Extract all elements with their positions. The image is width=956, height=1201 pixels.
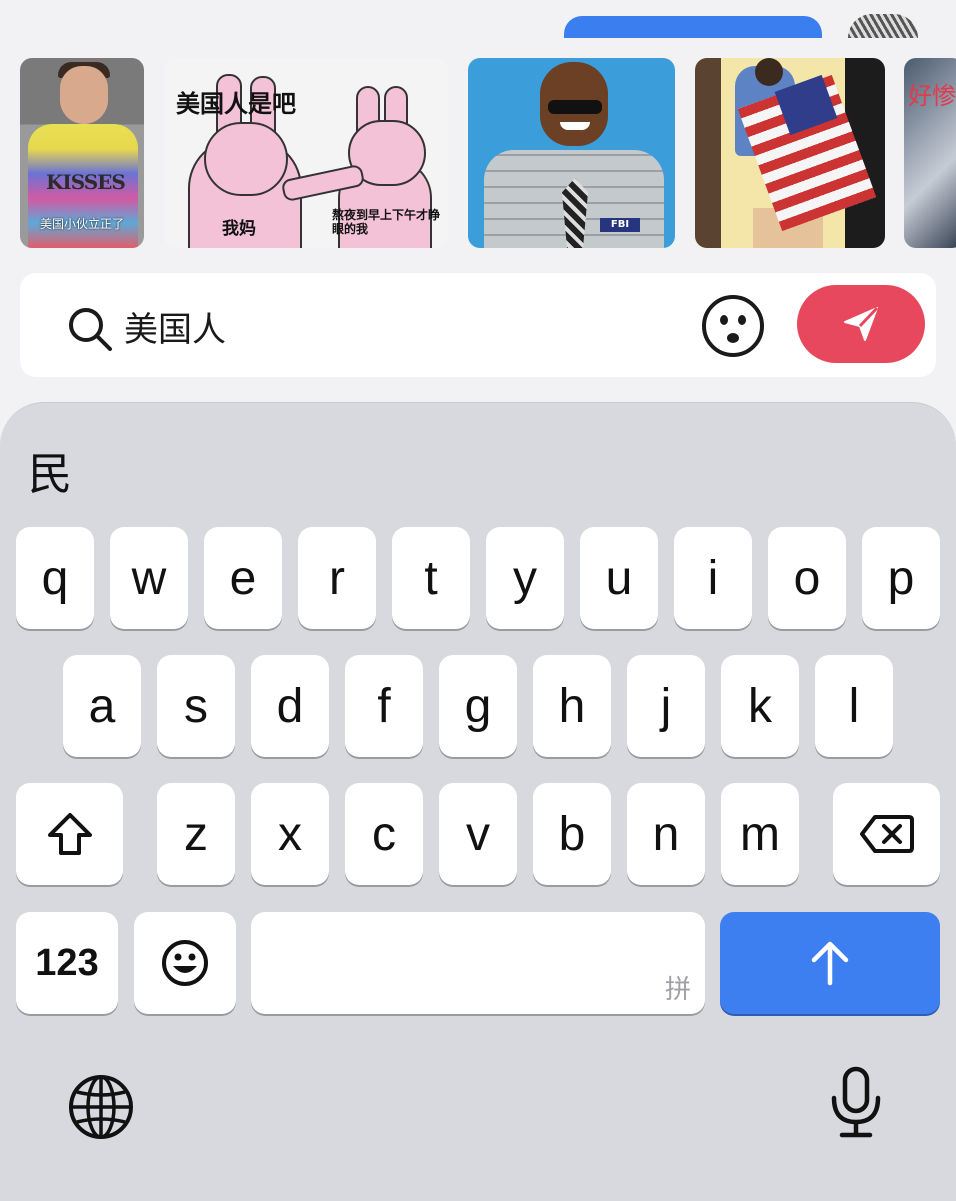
backspace-icon	[859, 815, 914, 853]
key-f[interactable]: f	[345, 655, 423, 757]
key-p[interactable]: p	[862, 527, 940, 629]
key-u[interactable]: u	[580, 527, 658, 629]
key-j[interactable]: j	[627, 655, 705, 757]
key-i[interactable]: i	[674, 527, 752, 629]
avatar[interactable]	[848, 14, 918, 38]
sticker-item[interactable]: FBI	[468, 58, 675, 248]
globe-icon[interactable]	[66, 1072, 136, 1142]
key-e[interactable]: e	[204, 527, 282, 629]
shift-key[interactable]	[16, 783, 123, 885]
send-icon	[844, 306, 879, 341]
key-v[interactable]: v	[439, 783, 517, 885]
sticker-image-part	[204, 122, 288, 196]
sticker-badge: FBI	[600, 218, 640, 232]
sticker-item[interactable]: 美国人是吧 我妈 熬夜到早上下午才睁眼的我	[164, 58, 448, 248]
key-c[interactable]: c	[345, 783, 423, 885]
key-k[interactable]: k	[721, 655, 799, 757]
emoji-face-icon[interactable]	[700, 293, 766, 359]
key-l[interactable]: l	[815, 655, 893, 757]
key-m[interactable]: m	[721, 783, 799, 885]
sticker-image-part	[755, 58, 783, 86]
sticker-title: 美国人是吧	[176, 90, 296, 118]
numbers-key[interactable]: 123	[16, 912, 118, 1014]
sticker-item[interactable]: KISSES 美国小伙立正了	[20, 58, 144, 248]
key-w[interactable]: w	[110, 527, 188, 629]
sticker-sweater-text: KISSES	[46, 170, 126, 194]
pinyin-indicator: 拼	[664, 975, 691, 1005]
arrow-up-icon	[811, 941, 849, 986]
key-o[interactable]: o	[768, 527, 846, 629]
key-b[interactable]: b	[533, 783, 611, 885]
key-n[interactable]: n	[627, 783, 705, 885]
key-a[interactable]: a	[63, 655, 141, 757]
shift-icon	[47, 813, 92, 855]
key-q[interactable]: q	[16, 527, 94, 629]
emoji-icon	[162, 940, 208, 986]
sticker-image-part	[695, 58, 721, 248]
emoji-key[interactable]	[134, 912, 236, 1014]
key-z[interactable]: z	[157, 783, 235, 885]
sticker-caption: 美国小伙立正了	[39, 217, 124, 231]
key-s[interactable]: s	[157, 655, 235, 757]
space-key[interactable]: 拼	[251, 912, 705, 1014]
sticker-text: 好惨	[908, 82, 956, 110]
return-key[interactable]	[720, 912, 940, 1014]
key-x[interactable]: x	[251, 783, 329, 885]
key-t[interactable]: t	[392, 527, 470, 629]
sticker-strip[interactable]: KISSES 美国小伙立正了 美国人是吧 我妈 熬夜到早上下午才睁眼的我 FBI…	[0, 58, 956, 250]
search-icon	[69, 308, 112, 351]
sticker-item[interactable]: 好惨	[904, 58, 956, 248]
delete-key[interactable]	[833, 783, 940, 885]
key-g[interactable]: g	[439, 655, 517, 757]
sticker-item[interactable]	[695, 58, 885, 248]
send-button[interactable]	[797, 285, 925, 363]
key-h[interactable]: h	[533, 655, 611, 757]
sticker-image-part	[60, 66, 108, 124]
key-r[interactable]: r	[298, 527, 376, 629]
sticker-label: 熬夜到早上下午才睁眼的我	[332, 208, 441, 236]
search-input[interactable]: 美国人	[124, 302, 226, 351]
sticker-image-part	[548, 100, 602, 114]
sticker-image-part	[560, 122, 590, 130]
top-message-bubble	[564, 16, 822, 38]
candidate-word[interactable]: 民	[28, 438, 72, 502]
key-d[interactable]: d	[251, 655, 329, 757]
sticker-label: 我妈	[222, 219, 256, 239]
microphone-icon[interactable]	[826, 1066, 886, 1140]
key-y[interactable]: y	[486, 527, 564, 629]
